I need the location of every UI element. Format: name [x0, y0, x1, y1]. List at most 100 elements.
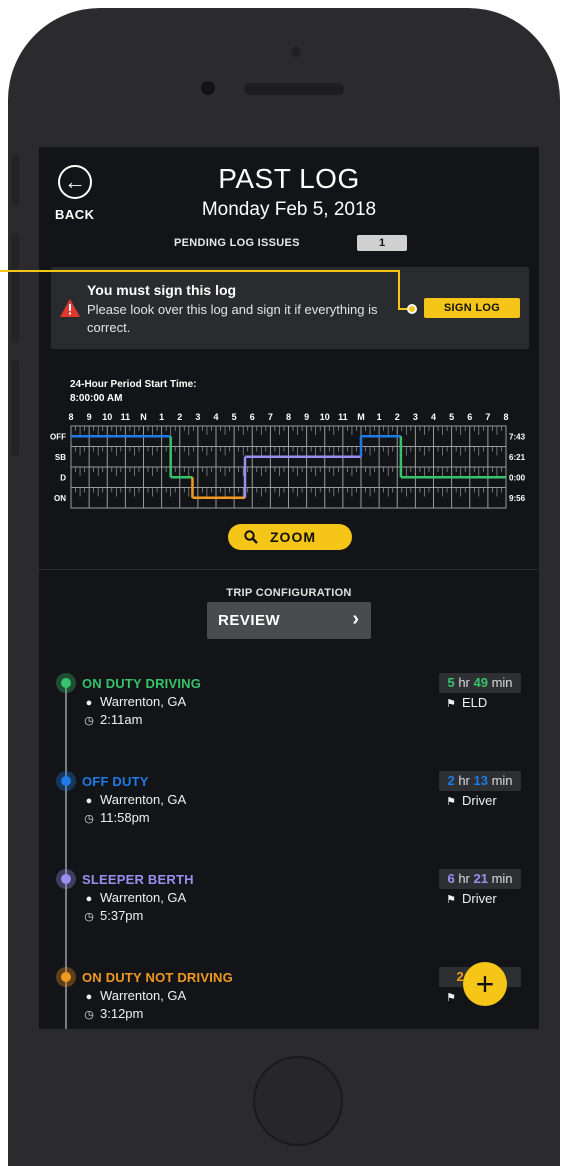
warning-triangle-icon [60, 299, 80, 317]
status-dot [56, 771, 76, 791]
pending-issues-label: PENDING LOG ISSUES [174, 237, 300, 249]
event-status: SLEEPER BERTH [82, 872, 194, 887]
app-screen: ← BACK PAST LOG Monday Feb 5, 2018 PENDI… [39, 147, 539, 1029]
row-label: OFF [50, 432, 66, 441]
row-total: 6:21 [509, 453, 526, 462]
event-source: ⚑ Driver [445, 793, 497, 808]
hour-label: 7 [268, 412, 273, 422]
clock-icon: ◷ [84, 715, 94, 727]
status-dot [56, 869, 76, 889]
zoom-magnifier-icon [244, 530, 258, 547]
hour-label: M [357, 412, 365, 422]
location-pin-icon: ● [85, 795, 93, 807]
row-total: 7:43 [509, 432, 526, 441]
hour-label: 8 [68, 412, 73, 422]
event-duration: 5 hr 49 min [439, 673, 521, 693]
callout-dot [407, 304, 417, 314]
row-total: 9:56 [509, 494, 526, 503]
zoom-label: ZOOM [270, 529, 316, 545]
timeline-event[interactable]: ON DUTY DRIVING ● Warrenton, GA ◷ 2:11am 5 hr… [39, 673, 539, 763]
earpiece-speaker [244, 83, 344, 95]
row-label: SB [55, 453, 66, 462]
review-label: REVIEW [218, 612, 281, 629]
home-button[interactable] [253, 1056, 343, 1146]
time-text: 3:12pm [100, 1006, 144, 1021]
event-time: ◷ 11:58pm [83, 810, 150, 825]
timeline-event[interactable]: SLEEPER BERTH ● Warrenton, GA ◷ 5:37pm 6 hr 2… [39, 869, 539, 959]
row-total: 0:00 [509, 473, 526, 482]
status-dot [56, 673, 76, 693]
duty-status-graph[interactable]: 8 9 10 11 N 1 2 3 4 5 6 7 8 9 10 11 M 1 2 3 4 5 6 7 8 OFF 7:43 SB 6:… [39, 409, 539, 517]
event-duration: 2 hr 13 min [439, 771, 521, 791]
side-button [11, 360, 19, 456]
clock-icon: ◷ [84, 813, 94, 825]
side-button [11, 154, 19, 206]
event-status: ON DUTY NOT DRIVING [82, 970, 233, 985]
row-label: D [60, 473, 66, 482]
flag-icon: ⚑ [446, 698, 456, 710]
event-source: ⚑ [445, 989, 462, 1004]
sign-log-button[interactable]: SIGN LOG [424, 298, 520, 318]
hour-label: 7 [485, 412, 490, 422]
hour-label: 2 [177, 412, 182, 422]
hour-label: 11 [338, 412, 348, 422]
event-time: ◷ 5:37pm [83, 908, 143, 923]
hour-label: 2 [395, 412, 400, 422]
duration-minutes: 49 [473, 675, 488, 690]
review-button[interactable]: REVIEW › [207, 602, 371, 639]
source-text: Driver [462, 891, 497, 906]
duration-minutes: 21 [473, 871, 488, 886]
row-label: ON [54, 494, 66, 503]
log-date: Monday Feb 5, 2018 [201, 199, 377, 220]
event-location: ● Warrenton, GA [83, 988, 187, 1003]
event-duration: 6 hr 21 min [439, 869, 521, 889]
section-divider [39, 569, 539, 570]
location-text: Warrenton, GA [100, 792, 187, 807]
event-location: ● Warrenton, GA [83, 890, 187, 905]
alert-title: You must sign this log [87, 282, 237, 298]
event-location: ● Warrenton, GA [83, 792, 187, 807]
hour-label: 9 [304, 412, 309, 422]
hour-label: 4 [431, 412, 436, 422]
callout-line [398, 270, 400, 310]
source-text: ELD [462, 695, 488, 710]
front-camera [201, 81, 215, 95]
timeline-event[interactable]: OFF DUTY ● Warrenton, GA ◷ 11:58pm 2 hr 13 mi… [39, 771, 539, 861]
hour-label: 3 [195, 412, 200, 422]
flag-icon: ⚑ [446, 894, 456, 906]
location-text: Warrenton, GA [100, 988, 187, 1003]
clock-icon: ◷ [84, 911, 94, 923]
location-pin-icon: ● [85, 991, 93, 1003]
event-time: ◷ 3:12pm [83, 1006, 143, 1021]
hour-label: 8 [503, 412, 508, 422]
time-text: 2:11am [100, 712, 143, 727]
location-text: Warrenton, GA [100, 890, 187, 905]
event-location: ● Warrenton, GA [83, 694, 187, 709]
pending-issues-count[interactable]: 1 [357, 235, 407, 251]
hour-label: 10 [320, 412, 330, 422]
hour-label: 9 [87, 412, 92, 422]
event-status: ON DUTY DRIVING [82, 676, 202, 691]
duration-hours: 5 [447, 675, 455, 690]
location-text: Warrenton, GA [100, 694, 187, 709]
hour-label: 11 [121, 412, 131, 422]
hour-label: 1 [377, 412, 382, 422]
header: ← BACK PAST LOG Monday Feb 5, 2018 [39, 147, 539, 227]
event-source: ⚑ ELD [445, 695, 487, 710]
chevron-right-icon: › [352, 608, 359, 630]
time-text: 11:58pm [100, 810, 150, 825]
duration-minutes: 13 [473, 773, 488, 788]
proximity-sensor [291, 47, 301, 57]
duration-hours: 2 [447, 773, 455, 788]
event-source: ⚑ Driver [445, 891, 497, 906]
sign-log-alert: You must sign this log Please look over … [51, 267, 529, 349]
alert-message: Please look over this log and sign it if… [87, 302, 378, 335]
zoom-button[interactable]: ZOOM [228, 524, 352, 550]
period-start-label: 24-Hour Period Start Time: [70, 379, 197, 390]
status-dot-core [61, 678, 71, 688]
period-start-time: 8:00:00 AM [70, 393, 123, 404]
hour-label: 4 [213, 412, 218, 422]
add-event-button[interactable]: + [463, 962, 507, 1006]
hour-label: 10 [102, 412, 112, 422]
status-dot [56, 967, 76, 987]
